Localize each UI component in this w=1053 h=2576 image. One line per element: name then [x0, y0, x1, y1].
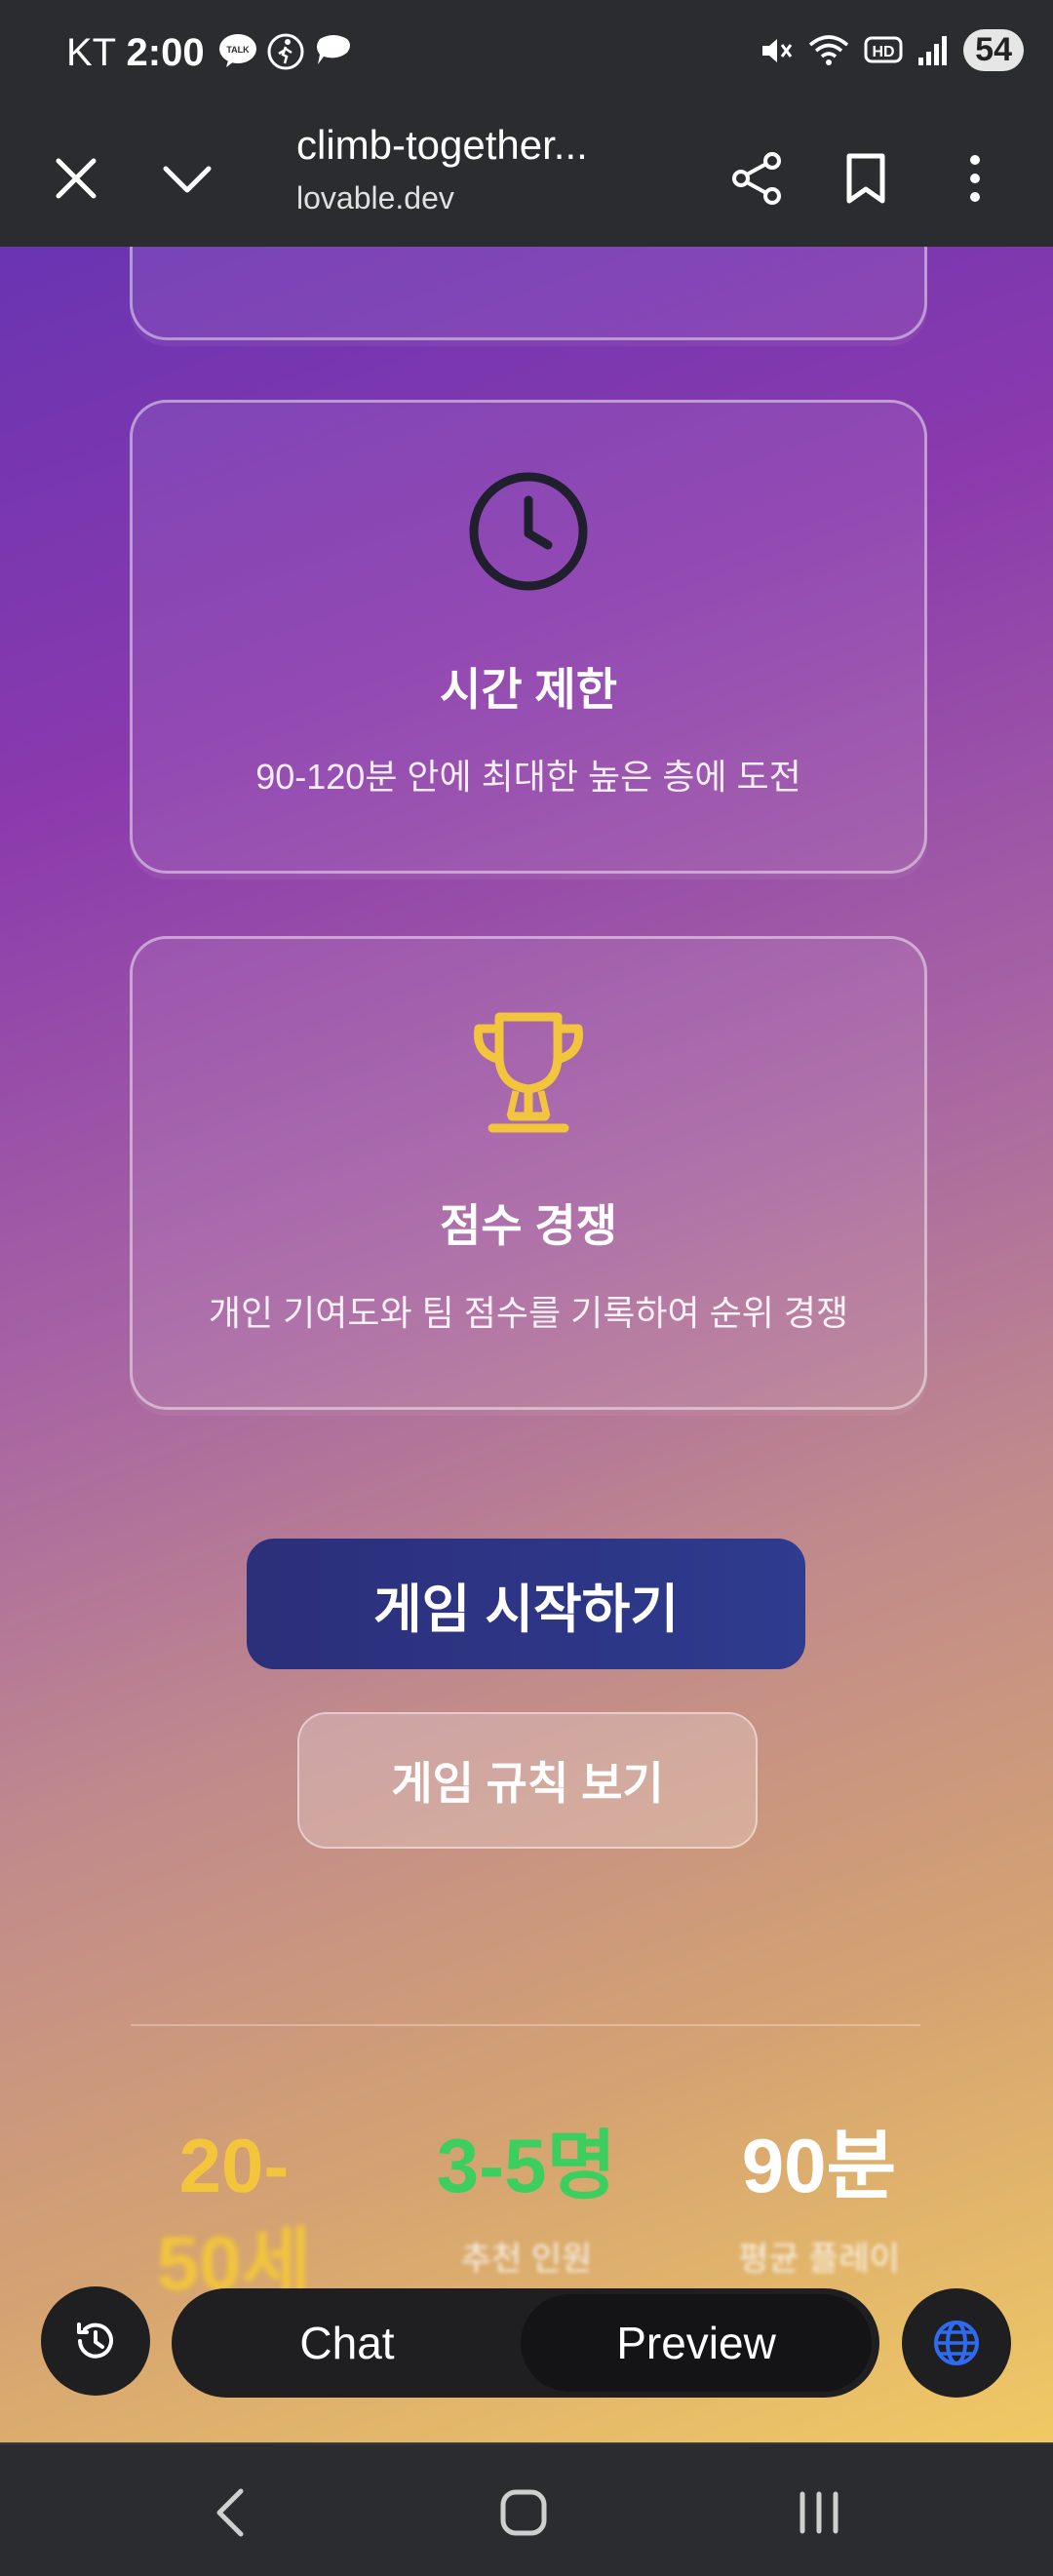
- feature-card-score-competition: 점수 경쟁 개인 기여도와 팀 점수를 기록하여 순위 경쟁: [130, 936, 927, 1410]
- hd-badge-text: HD: [873, 44, 895, 60]
- chat-bubble-icon: [317, 35, 350, 64]
- back-button[interactable]: [185, 2478, 273, 2547]
- stat-age-range: 20- 50세: [136, 2117, 332, 2312]
- stat-label: 추천 인원: [460, 2241, 593, 2278]
- stat-average-playtime: 90분 평균 플레이: [702, 2117, 936, 2280]
- clock-time: 2:00: [126, 31, 205, 74]
- browser-toolbar: climb-together... lovable.dev: [0, 110, 1053, 249]
- more-options-button[interactable]: [936, 139, 1014, 217]
- home-icon: [500, 2489, 547, 2536]
- card-title: 시간 제한: [439, 664, 618, 715]
- wifi-icon: [809, 34, 849, 65]
- publish-button[interactable]: [902, 2288, 1011, 2398]
- share-button[interactable]: [718, 139, 796, 217]
- stat-value: 90분: [741, 2123, 897, 2208]
- close-tab-button[interactable]: [37, 139, 115, 217]
- more-vert-icon: [970, 155, 980, 202]
- recent-apps-button[interactable]: [775, 2478, 863, 2547]
- page-domain[interactable]: lovable.dev: [296, 180, 454, 216]
- section-divider: [131, 2024, 920, 2026]
- start-game-button[interactable]: 게임 시작하기: [247, 1539, 805, 1669]
- notification-icons: TALK: [218, 33, 353, 70]
- back-icon: [216, 2488, 244, 2537]
- stat-value: 20-: [178, 2123, 290, 2208]
- card-description: 90-120분 안에 최대한 높은 층에 도전: [255, 757, 801, 797]
- walking-icon: [267, 33, 304, 70]
- stat-label: 평균 플레이: [738, 2241, 900, 2278]
- stat-recommended-players: 3-5명 추천 인원: [410, 2117, 644, 2280]
- system-status-icons: HD 54: [759, 29, 1024, 71]
- history-button[interactable]: [41, 2286, 150, 2396]
- system-navigation-bar: [0, 2442, 1053, 2576]
- card-title: 점수 경쟁: [439, 1200, 618, 1251]
- stat-value: 3-5명: [436, 2123, 617, 2208]
- status-carrier-time: KT 2:00: [66, 31, 205, 75]
- hd-voice-icon: HD: [864, 36, 903, 62]
- close-icon: [56, 158, 97, 199]
- bookmark-button[interactable]: [827, 139, 905, 217]
- battery-indicator: 54: [963, 29, 1024, 71]
- chat-tab[interactable]: Chat: [172, 2288, 523, 2398]
- view-rules-button[interactable]: 게임 규칙 보기: [297, 1712, 758, 1849]
- trophy-icon: [473, 1012, 584, 1133]
- chat-preview-toggle: Chat Preview: [172, 2288, 879, 2398]
- page-title[interactable]: climb-together...: [296, 122, 588, 169]
- feature-card-time-limit: 시간 제한 90-120분 안에 최대한 높은 층에 도전: [130, 400, 927, 874]
- talk-badge-text: TALK: [226, 45, 250, 55]
- recent-apps-icon: [800, 2491, 838, 2534]
- web-content[interactable]: 시간 제한 90-120분 안에 최대한 높은 층에 도전 점수 경쟁 개인 기…: [0, 247, 1053, 2442]
- carrier-label: KT: [66, 31, 116, 74]
- history-icon: [77, 2322, 113, 2359]
- card-description: 개인 기여도와 팀 점수를 기록하여 순위 경쟁: [208, 1293, 849, 1333]
- signal-icon: [918, 35, 948, 65]
- collapse-button[interactable]: [148, 139, 226, 217]
- globe-icon: [934, 2321, 979, 2365]
- clock-icon: [469, 472, 588, 591]
- mute-icon: [762, 38, 793, 62]
- preview-tab[interactable]: Preview: [521, 2294, 872, 2392]
- status-bar: KT 2:00 TALK HD 54: [0, 0, 1053, 110]
- share-icon: [732, 152, 781, 205]
- floating-bottom-bar: Chat Preview: [0, 2286, 1053, 2403]
- chevron-down-icon: [163, 166, 212, 193]
- home-button[interactable]: [480, 2478, 567, 2547]
- feature-card-partial: [130, 247, 927, 340]
- kakaotalk-icon: TALK: [219, 34, 256, 67]
- bookmark-icon: [846, 153, 885, 204]
